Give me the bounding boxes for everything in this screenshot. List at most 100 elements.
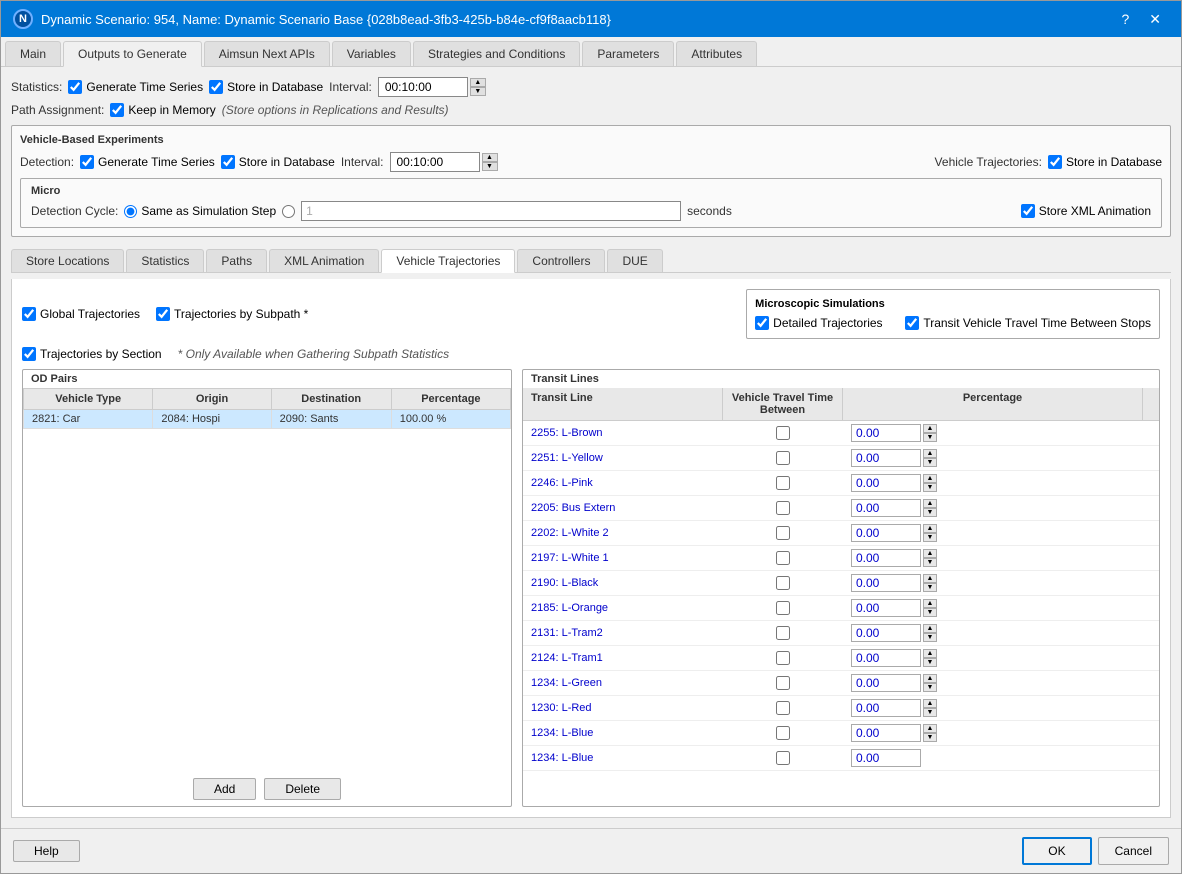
help-button[interactable]: Help bbox=[13, 840, 80, 862]
transit-checkbox-7[interactable] bbox=[776, 601, 790, 615]
global-trajectories-label[interactable]: Global Trajectories bbox=[22, 307, 140, 321]
transit-pct-7[interactable] bbox=[851, 599, 921, 617]
trajectories-section-checkbox[interactable] bbox=[22, 347, 36, 361]
transit-row-partial[interactable]: 1234: L-Blue bbox=[523, 746, 1159, 771]
trajectories-subpath-label[interactable]: Trajectories by Subpath * bbox=[156, 307, 308, 321]
transit-row[interactable]: 2185: L-Orange ▲▼ bbox=[523, 596, 1159, 621]
transit-line-check[interactable] bbox=[723, 723, 843, 743]
transit-row[interactable]: 2131: L-Tram2 ▲▼ bbox=[523, 621, 1159, 646]
tab-parameters[interactable]: Parameters bbox=[582, 41, 674, 66]
tab-attributes[interactable]: Attributes bbox=[676, 41, 757, 66]
transit-line-check[interactable] bbox=[723, 473, 843, 493]
transit-row[interactable]: 2255: L-Brown ▲▼ bbox=[523, 421, 1159, 446]
same-sim-step-label[interactable]: Same as Simulation Step bbox=[124, 204, 276, 218]
transit-checkbox-12[interactable] bbox=[776, 726, 790, 740]
detection-interval-field[interactable] bbox=[390, 152, 480, 172]
statistics-store-db-label[interactable]: Store in Database bbox=[209, 80, 323, 94]
inner-tab-controllers[interactable]: Controllers bbox=[517, 249, 605, 272]
detection-store-db-checkbox[interactable] bbox=[221, 155, 235, 169]
transit-checkbox-0[interactable] bbox=[776, 426, 790, 440]
transit-checkbox-5[interactable] bbox=[776, 551, 790, 565]
statistics-generate-ts-checkbox[interactable] bbox=[68, 80, 82, 94]
transit-checkbox-6[interactable] bbox=[776, 576, 790, 590]
transit-pct-8[interactable] bbox=[851, 624, 921, 642]
path-assignment-keep-label[interactable]: Keep in Memory bbox=[110, 103, 215, 117]
detailed-trajectories-checkbox[interactable] bbox=[755, 316, 769, 330]
transit-row[interactable]: 2202: L-White 2 ▲▼ bbox=[523, 521, 1159, 546]
transit-checkbox-11[interactable] bbox=[776, 701, 790, 715]
custom-cycle-radio[interactable] bbox=[282, 205, 295, 218]
table-row[interactable]: 2821: Car 2084: Hospi 2090: Sants 100.00… bbox=[24, 410, 511, 429]
transit-line-check-last[interactable] bbox=[723, 748, 843, 768]
transit-pct-1[interactable] bbox=[851, 449, 921, 467]
same-sim-step-radio[interactable] bbox=[124, 205, 137, 218]
transit-line-check[interactable] bbox=[723, 523, 843, 543]
detection-generate-ts-checkbox[interactable] bbox=[80, 155, 94, 169]
transit-row[interactable]: 1230: L-Red ▲▼ bbox=[523, 696, 1159, 721]
tab-main[interactable]: Main bbox=[5, 41, 61, 66]
transit-pct-9[interactable] bbox=[851, 649, 921, 667]
transit-pct-3[interactable] bbox=[851, 499, 921, 517]
transit-pct-4[interactable] bbox=[851, 524, 921, 542]
vt-store-db-label[interactable]: Store in Database bbox=[1048, 155, 1162, 169]
inner-tab-store-locations[interactable]: Store Locations bbox=[11, 249, 124, 272]
transit-checkbox-last[interactable] bbox=[776, 751, 790, 765]
statistics-store-db-checkbox[interactable] bbox=[209, 80, 223, 94]
delete-button[interactable]: Delete bbox=[264, 778, 341, 800]
inner-tab-due[interactable]: DUE bbox=[607, 249, 662, 272]
help-title-button[interactable]: ? bbox=[1113, 9, 1137, 30]
transit-vehicle-checkbox[interactable] bbox=[905, 316, 919, 330]
close-button[interactable]: ✕ bbox=[1141, 9, 1169, 30]
ok-button[interactable]: OK bbox=[1022, 837, 1091, 865]
transit-checkbox-3[interactable] bbox=[776, 501, 790, 515]
transit-pct-6[interactable] bbox=[851, 574, 921, 592]
transit-row[interactable]: 2197: L-White 1 ▲▼ bbox=[523, 546, 1159, 571]
transit-row[interactable]: 1234: L-Blue ▲▼ bbox=[523, 721, 1159, 746]
transit-line-check[interactable] bbox=[723, 623, 843, 643]
trajectories-section-label[interactable]: Trajectories by Section bbox=[22, 347, 162, 361]
detection-interval-up[interactable]: ▲ bbox=[482, 153, 498, 162]
transit-checkbox-8[interactable] bbox=[776, 626, 790, 640]
cancel-button[interactable]: Cancel bbox=[1098, 837, 1169, 865]
vt-store-db-checkbox[interactable] bbox=[1048, 155, 1062, 169]
inner-tab-paths[interactable]: Paths bbox=[206, 249, 267, 272]
path-assignment-keep-checkbox[interactable] bbox=[110, 103, 124, 117]
custom-cycle-field[interactable] bbox=[301, 201, 681, 221]
detection-generate-ts-label[interactable]: Generate Time Series bbox=[80, 155, 215, 169]
transit-line-check[interactable] bbox=[723, 548, 843, 568]
transit-checkbox-9[interactable] bbox=[776, 651, 790, 665]
transit-checkbox-1[interactable] bbox=[776, 451, 790, 465]
tab-variables[interactable]: Variables bbox=[332, 41, 411, 66]
transit-row[interactable]: 2246: L-Pink ▲▼ bbox=[523, 471, 1159, 496]
transit-line-check[interactable] bbox=[723, 448, 843, 468]
transit-row[interactable]: 2124: L-Tram1 ▲▼ bbox=[523, 646, 1159, 671]
transit-line-check[interactable] bbox=[723, 648, 843, 668]
add-button[interactable]: Add bbox=[193, 778, 256, 800]
statistics-generate-ts-label[interactable]: Generate Time Series bbox=[68, 80, 203, 94]
transit-row[interactable]: 2190: L-Black ▲▼ bbox=[523, 571, 1159, 596]
trajectories-subpath-checkbox[interactable] bbox=[156, 307, 170, 321]
tab-strategies[interactable]: Strategies and Conditions bbox=[413, 41, 580, 66]
inner-tab-vehicle-trajectories[interactable]: Vehicle Trajectories bbox=[381, 249, 515, 273]
transit-line-check[interactable] bbox=[723, 673, 843, 693]
transit-pct-last[interactable] bbox=[851, 749, 921, 767]
transit-vehicle-label[interactable]: Transit Vehicle Travel Time Between Stop… bbox=[905, 316, 1151, 330]
detailed-trajectories-label[interactable]: Detailed Trajectories bbox=[755, 316, 882, 330]
tab-outputs[interactable]: Outputs to Generate bbox=[63, 41, 202, 67]
transit-pct-0[interactable] bbox=[851, 424, 921, 442]
transit-pct-10[interactable] bbox=[851, 674, 921, 692]
transit-pct-11[interactable] bbox=[851, 699, 921, 717]
inner-tab-statistics[interactable]: Statistics bbox=[126, 249, 204, 272]
transit-row[interactable]: 2205: Bus Extern ▲▼ bbox=[523, 496, 1159, 521]
transit-line-check[interactable] bbox=[723, 573, 843, 593]
tab-aimsun[interactable]: Aimsun Next APIs bbox=[204, 41, 330, 66]
transit-pct-12[interactable] bbox=[851, 724, 921, 742]
store-xml-label[interactable]: Store XML Animation bbox=[1021, 204, 1151, 218]
detection-store-db-label[interactable]: Store in Database bbox=[221, 155, 335, 169]
transit-checkbox-4[interactable] bbox=[776, 526, 790, 540]
transit-checkbox-2[interactable] bbox=[776, 476, 790, 490]
transit-row[interactable]: 1234: L-Green ▲▼ bbox=[523, 671, 1159, 696]
transit-checkbox-10[interactable] bbox=[776, 676, 790, 690]
global-trajectories-checkbox[interactable] bbox=[22, 307, 36, 321]
statistics-interval-down[interactable]: ▼ bbox=[470, 87, 486, 96]
